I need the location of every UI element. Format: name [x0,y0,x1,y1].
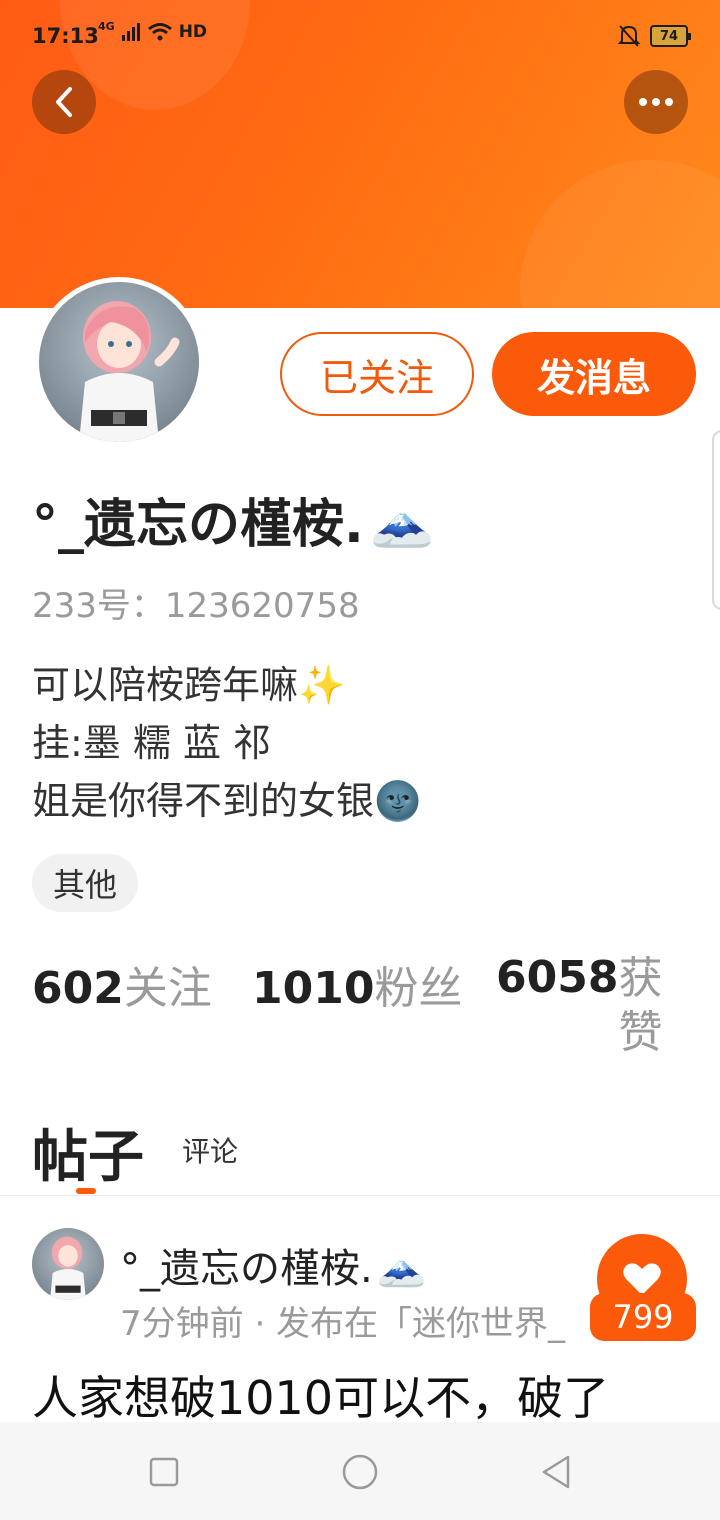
tab-posts[interactable]: 帖子 [32,1112,144,1193]
status-right: 74 [618,24,691,48]
post-content[interactable]: 人家想破1010可以不，破了 [32,1362,609,1428]
heart-icon [623,1263,661,1295]
post-author-name[interactable]: °_遗忘の槿桉. 🗻 [120,1236,427,1294]
battery-level: 74 [659,28,679,44]
mountain-emoji: 🗻 [376,1242,427,1289]
status-time: 17:13 [32,24,99,48]
bio-line-text: 可以陪桉跨年嘛 [32,663,299,707]
hd-badge: HD [178,22,208,42]
square-icon [149,1457,179,1487]
mountain-emoji: 🗻 [369,490,435,550]
more-dots-icon [639,98,673,106]
triangle-back-icon [542,1455,570,1489]
stat-label: 获赞 [618,953,663,1058]
system-back-button[interactable] [536,1452,576,1492]
post-meta: 7分钟前 · 发布在「迷你世界_ [120,1304,566,1344]
back-button[interactable] [32,70,96,134]
profile-bio: 可以陪桉跨年嘛 ✨ 挂:墨 糯 蓝 祁 姐是你得不到的女银 🌚 [32,656,421,830]
avatar-illustration [79,301,180,442]
chevron-left-icon [56,87,72,117]
bio-line: 可以陪桉跨年嘛 ✨ [32,656,421,714]
stat-value: 602 [32,963,124,1014]
side-scroll-handle[interactable] [712,430,720,610]
banner-decoration [520,160,720,308]
sparkles-emoji: ✨ [298,663,346,707]
bio-line: 姐是你得不到的女银 🌚 [32,772,421,830]
avatar[interactable] [34,277,204,447]
followed-button[interactable]: 已关注 [280,332,474,416]
more-options-button[interactable] [624,70,688,134]
stat-value: 1010 [252,963,375,1014]
battery-icon: 74 [650,25,691,47]
system-nav-bar [0,1422,720,1520]
post-author-text: °_遗忘の槿桉. [120,1246,373,1292]
status-bar: 17:13 4G HD 74 [0,0,720,72]
tab-comments[interactable]: 评论 [182,1130,238,1170]
stat-likes[interactable]: 6058 获赞 [496,952,664,1060]
home-button[interactable] [340,1452,380,1492]
post-author-avatar[interactable] [32,1228,104,1300]
bio-line: 挂:墨 糯 蓝 祁 [32,714,421,772]
bio-line-text: 挂:墨 糯 蓝 祁 [32,721,272,765]
signal-icon [121,23,140,41]
avatar-illustration [50,1236,86,1300]
stat-value: 6058 [496,952,619,1003]
stat-following[interactable]: 602关注 [32,952,212,1016]
circle-icon [342,1454,378,1490]
wifi-icon [147,23,172,41]
network-label: 4G [98,19,115,33]
status-icons: 4G HD [98,19,208,43]
profile-tag[interactable]: 其他 [32,854,138,912]
send-message-button[interactable]: 发消息 [492,332,696,416]
moon-face-emoji: 🌚 [374,779,422,823]
bell-muted-icon [618,25,640,47]
stat-label: 关注 [123,963,212,1014]
stat-followers[interactable]: 1010粉丝 [252,952,462,1016]
tab-divider [0,1195,720,1196]
user-id: 233号：123620758 [32,586,360,626]
profile-username: °_遗忘の槿桉. 🗻 [32,482,435,557]
tab-indicator [76,1188,96,1194]
bio-line-text: 姐是你得不到的女银 [32,779,375,823]
recent-apps-button[interactable] [144,1452,184,1492]
like-count-badge: 799 [590,1293,696,1341]
username-text: °_遗忘の槿桉. [32,495,364,555]
stat-label: 粉丝 [374,963,463,1014]
